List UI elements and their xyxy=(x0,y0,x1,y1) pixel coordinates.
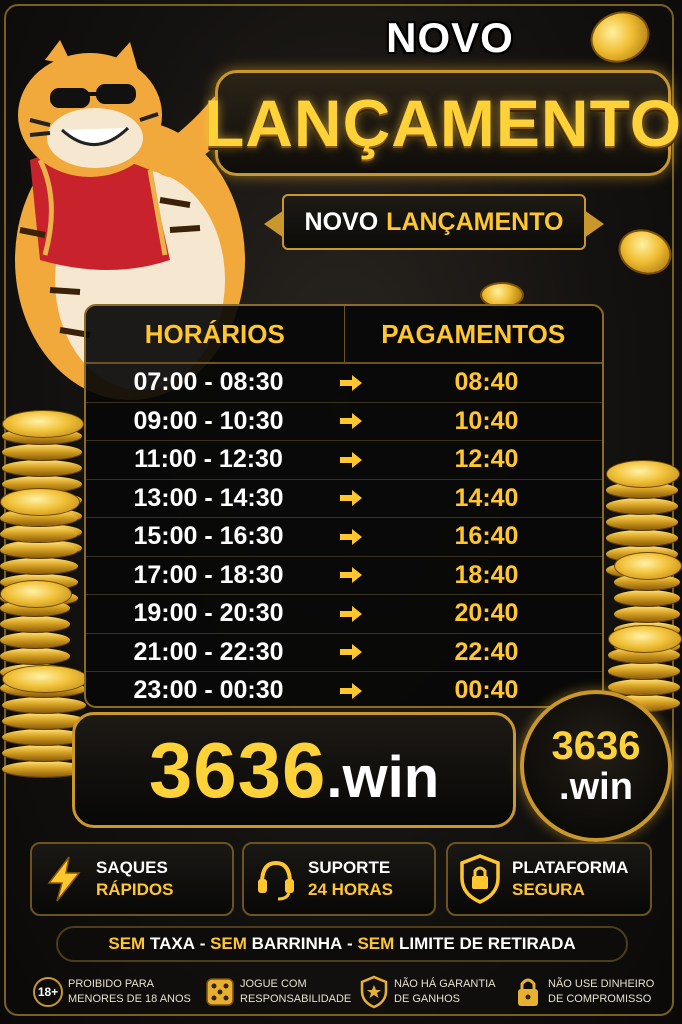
feature-card-secure-platform: PLATAFORMA SEGURA xyxy=(446,842,652,916)
brand-banner[interactable]: 3636 .win xyxy=(72,712,516,828)
footer-no-guarantee: NÃO HÁ GARANTIA DE GANHOS xyxy=(354,970,495,1014)
table-row: 23:00 - 00:30 00:40 xyxy=(86,672,602,710)
time-range: 07:00 - 08:30 xyxy=(133,368,284,397)
feature-line1: SAQUES xyxy=(96,858,168,877)
banner-separator: - xyxy=(194,934,211,953)
table-row: 21:00 - 22:30 22:40 xyxy=(86,634,602,672)
headset-icon xyxy=(244,857,308,901)
column-header-payments: PAGAMENTOS xyxy=(381,318,566,349)
shield-star-icon xyxy=(354,975,394,1009)
schedule-table: HORÁRIOS PAGAMENTOS 07:00 - 08:30 08:40 09… xyxy=(84,304,604,708)
shield-lock-icon xyxy=(448,854,512,904)
badge-number: 3636 xyxy=(551,724,641,768)
brand-domain: .win xyxy=(326,744,440,810)
time-range: 11:00 - 12:30 xyxy=(134,445,283,474)
feature-line2: RÁPIDOS xyxy=(96,880,174,899)
banner-word: TAXA xyxy=(149,934,195,953)
payment-time: 08:40 xyxy=(454,368,519,397)
feature-line1: PLATAFORMA xyxy=(512,858,629,877)
feature-card-fast-withdrawals: SAQUES RÁPIDOS xyxy=(30,842,234,916)
column-header-times: HORÁRIOS xyxy=(86,306,345,362)
title-main: LANÇAMENTO xyxy=(203,86,682,160)
time-range: 17:00 - 18:30 xyxy=(133,560,284,589)
footer-line1: JOGUE COM xyxy=(240,978,307,990)
banner-word: SEM xyxy=(108,934,146,953)
payment-time: 12:40 xyxy=(454,445,519,474)
table-row: 09:00 - 10:30 10:40 xyxy=(86,403,602,441)
no-fee-banner: SEM TAXA - SEM BARRINHA - SEM LIMITE DE … xyxy=(56,926,628,962)
feature-line2: SEGURA xyxy=(512,880,585,899)
arrow-right-icon xyxy=(331,566,371,584)
footer-line2: MENORES DE 18 ANOS xyxy=(68,993,191,1005)
banner-word: SEM xyxy=(210,934,247,953)
arrow-right-icon xyxy=(331,682,371,700)
time-range: 21:00 - 22:30 xyxy=(133,637,284,666)
title-top: NOVO xyxy=(386,14,514,61)
table-row: 19:00 - 20:30 20:40 xyxy=(86,595,602,634)
table-row: 07:00 - 08:30 08:40 xyxy=(86,364,602,403)
arrow-right-icon xyxy=(331,412,371,430)
payment-time: 16:40 xyxy=(454,522,519,551)
footer-line2: DE GANHOS xyxy=(394,993,461,1005)
banner-word: LIMITE DE RETIRADA xyxy=(399,934,576,953)
badge-domain: .win xyxy=(559,766,633,808)
table-header: HORÁRIOS PAGAMENTOS xyxy=(86,306,602,364)
table-row: 17:00 - 18:30 18:40 xyxy=(86,557,602,595)
table-body: 07:00 - 08:30 08:40 09:00 - 10:30 10:40 11:0… xyxy=(86,364,602,710)
feature-line1: SUPORTE xyxy=(308,858,391,877)
ribbon-text-white: NOVO xyxy=(304,207,379,236)
payment-time: 18:40 xyxy=(454,560,519,589)
footer-line2: DE COMPROMISSO xyxy=(548,993,652,1005)
footer-line1: NÃO HÁ GARANTIA xyxy=(394,978,496,990)
footer-no-commitment-money: NÃO USE DINHEIRO DE COMPROMISSO xyxy=(508,970,654,1014)
subtitle-ribbon: NOVO LANÇAMENTO xyxy=(264,194,604,250)
arrow-right-icon xyxy=(331,528,371,546)
ribbon-text-gold: LANÇAMENTO xyxy=(386,207,564,236)
feature-card-support: SUPORTE 24 HORAS xyxy=(242,842,436,916)
brand-badge[interactable]: 3636 .win xyxy=(520,690,672,842)
arrow-right-icon xyxy=(331,451,371,469)
banner-separator: - xyxy=(342,934,358,953)
banner-word: SEM xyxy=(357,934,395,953)
time-range: 19:00 - 20:30 xyxy=(133,599,284,628)
footer-line2: RESPONSABILIDADE xyxy=(240,993,352,1005)
dice-icon xyxy=(200,976,240,1008)
footer-responsible-play: JOGUE COM RESPONSABILIDADE xyxy=(200,970,351,1014)
banner-word: BARRINHA xyxy=(251,934,343,953)
footer-age-warning: 18+ PROIBIDO PARA MENORES DE 18 ANOS xyxy=(28,970,191,1014)
arrow-right-icon xyxy=(331,489,371,507)
arrow-right-icon xyxy=(331,605,371,623)
footer-line1: NÃO USE DINHEIRO xyxy=(548,978,655,990)
payment-time: 14:40 xyxy=(454,483,519,512)
time-range: 23:00 - 00:30 xyxy=(133,676,284,705)
arrow-right-icon xyxy=(331,374,371,392)
padlock-icon xyxy=(508,975,548,1009)
time-range: 13:00 - 14:30 xyxy=(133,483,284,512)
arrow-right-icon xyxy=(331,643,371,661)
feature-line2: 24 HORAS xyxy=(308,880,394,899)
lightning-icon xyxy=(32,855,96,903)
payment-time: 10:40 xyxy=(454,406,519,435)
title-banner: LANÇAMENTO xyxy=(204,70,681,176)
table-row: 13:00 - 14:30 14:40 xyxy=(86,480,602,518)
brand-number: 3636 xyxy=(148,725,327,814)
payment-time: 20:40 xyxy=(454,599,519,628)
table-row: 15:00 - 16:30 16:40 xyxy=(86,518,602,557)
payment-time: 22:40 xyxy=(454,637,519,666)
time-range: 15:00 - 16:30 xyxy=(133,522,284,551)
time-range: 09:00 - 10:30 xyxy=(133,406,284,435)
footer-line1: PROIBIDO PARA xyxy=(68,978,154,990)
table-row: 11:00 - 12:30 12:40 xyxy=(86,441,602,480)
age-18-icon: 18+ xyxy=(33,977,63,1007)
